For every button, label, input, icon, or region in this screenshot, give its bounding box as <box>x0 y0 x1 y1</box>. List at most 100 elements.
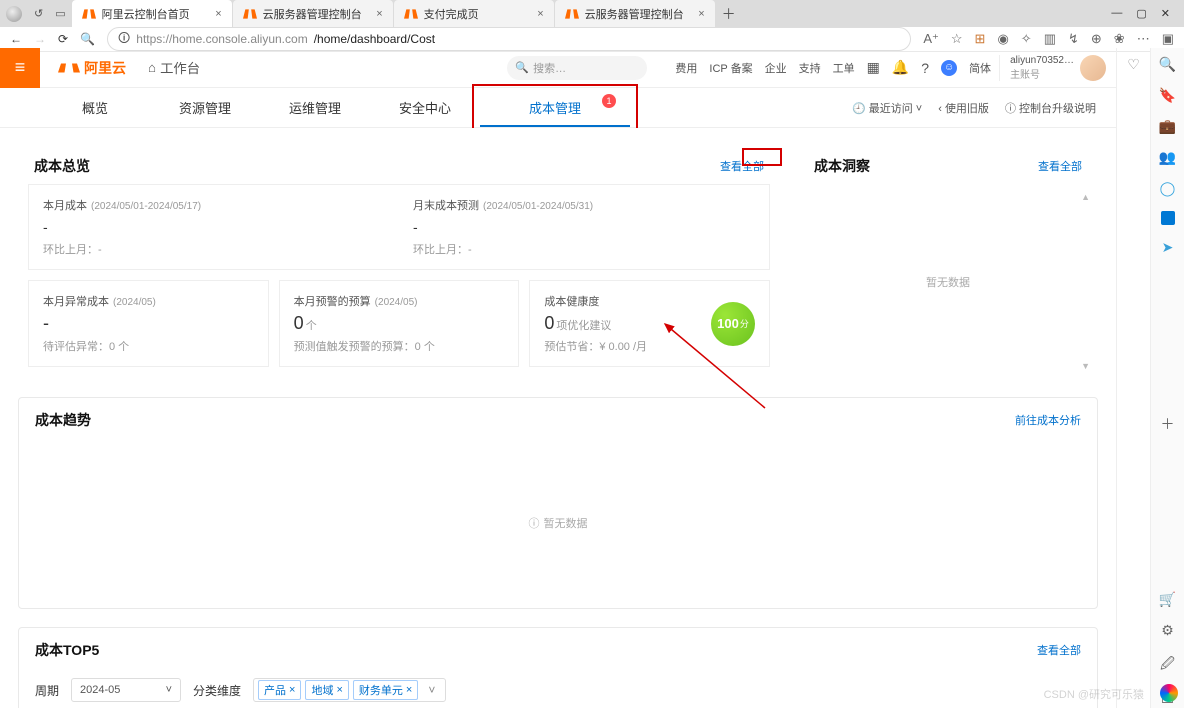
period-label: 周期 <box>35 682 59 699</box>
aliyun-favicon-icon <box>82 7 96 21</box>
account-icon[interactable]: ◉ <box>997 31 1008 47</box>
site-info-icon[interactable]: 🛈 <box>118 29 130 50</box>
nav-reload-icon[interactable]: ⟳ <box>58 32 68 46</box>
bell-icon[interactable]: 🔔 <box>892 59 909 76</box>
cart-icon[interactable]: 🛒 <box>1159 591 1176 608</box>
performance-icon[interactable]: ↯ <box>1068 31 1079 47</box>
heart-icon[interactable]: ♡ <box>1127 56 1140 73</box>
extension-icon[interactable]: ⊞ <box>975 31 986 47</box>
tag-icon[interactable]: 🔖 <box>1159 87 1176 104</box>
info-icon: ⓘ <box>529 515 540 531</box>
tag-region[interactable]: 地域 × <box>305 680 348 700</box>
chevron-down-icon: ˅ <box>166 684 172 696</box>
top5-title: 成本TOP5 <box>35 640 99 660</box>
old-version-button[interactable]: ‹ 使用旧版 <box>938 100 989 116</box>
browser-tab-2[interactable]: 支付完成页 × <box>394 0 554 27</box>
read-aloud-icon[interactable]: A⁺ <box>923 31 939 47</box>
caret-down-icon[interactable]: ▼ <box>1081 361 1090 371</box>
link-support[interactable]: 支持 <box>799 60 821 76</box>
tag-finance-unit[interactable]: 财务单元 × <box>353 680 418 700</box>
people-icon[interactable]: 👥 <box>1159 149 1176 166</box>
upgrade-notes-button[interactable]: ⓘ 控制台升级说明 <box>1005 100 1096 116</box>
lang-switch[interactable]: 简体 <box>969 60 991 76</box>
edit-icon[interactable]: 🖉 <box>1160 653 1175 677</box>
dimension-tags[interactable]: 产品 × 地域 × 财务单元 × ˅ <box>253 678 446 702</box>
new-tab-button[interactable]: ＋ <box>716 4 742 24</box>
global-search-input[interactable]: 🔍 搜索… <box>507 56 647 80</box>
sidebar-toggle-icon[interactable]: ▣ <box>1162 31 1174 47</box>
menu-icon[interactable]: ⋯ <box>1137 31 1150 47</box>
assist-icon[interactable]: ☺ <box>941 60 957 76</box>
tabs-overview-icon[interactable]: ▭ <box>55 7 65 20</box>
tab-cost[interactable]: 成本管理 1 <box>480 88 630 127</box>
tab-ops[interactable]: 运维管理 <box>260 88 370 127</box>
link-fee[interactable]: 费用 <box>675 60 697 76</box>
tab-overview[interactable]: 概览 <box>40 88 150 127</box>
link-org[interactable]: 企业 <box>765 60 787 76</box>
badge-dot: 1 <box>602 94 616 108</box>
history-icon[interactable]: ↺ <box>34 7 43 20</box>
window-close-icon[interactable]: ✕ <box>1161 7 1170 20</box>
window-maximize-icon[interactable]: ▢ <box>1136 7 1146 20</box>
close-icon[interactable]: × <box>215 8 221 20</box>
health-score-badge: 100分 <box>711 302 755 346</box>
cost-trend-panel: 成本趋势 前往成本分析 ⓘ暂无数据 <box>18 397 1098 609</box>
close-icon[interactable]: × <box>376 8 382 20</box>
trend-link[interactable]: 前往成本分析 <box>1015 412 1081 428</box>
trend-empty: 暂无数据 <box>544 515 588 531</box>
home-icon: ⌂ <box>148 60 156 75</box>
period-select[interactable]: 2024-05˅ <box>71 678 181 702</box>
workbench-button[interactable]: ⌂ 工作台 <box>148 58 200 77</box>
overview-view-all-link[interactable]: 查看全部 <box>720 158 764 174</box>
browser-tab-3[interactable]: 云服务器管理控制台 × <box>555 0 715 27</box>
nav-forward-icon: → <box>34 32 46 46</box>
aliyun-favicon-icon <box>243 7 257 21</box>
brand-logo[interactable]: 阿里云 <box>58 58 126 78</box>
add-page-icon[interactable]: ⊕ <box>1091 31 1102 47</box>
search-placeholder: 搜索… <box>533 60 566 76</box>
sidebar-toggle-button[interactable]: ≡ <box>0 48 40 88</box>
insight-view-all-link[interactable]: 查看全部 <box>1038 158 1082 174</box>
console-right-rail: ♡ <box>1116 48 1150 708</box>
favorite-icon[interactable]: ☆ <box>951 31 963 47</box>
browser-tab-0[interactable]: 阿里云控制台首页 × <box>72 0 232 27</box>
top5-view-all-link[interactable]: 查看全部 <box>1037 642 1081 658</box>
profile-avatar-icon[interactable] <box>6 6 22 22</box>
wallet-icon[interactable]: ❀ <box>1114 31 1125 47</box>
circle-icon[interactable]: ◯ <box>1160 180 1176 197</box>
link-order[interactable]: 工单 <box>833 60 855 76</box>
copilot-icon[interactable] <box>1160 684 1178 702</box>
tab-resources[interactable]: 资源管理 <box>150 88 260 127</box>
gear-icon[interactable]: ⚙ <box>1161 622 1174 639</box>
aliyun-favicon-icon <box>565 7 579 21</box>
health-card: 成本健康度 0项优化建议 预估节省：¥ 0.00 /月 100分 <box>529 280 770 367</box>
collections-icon[interactable]: ✧ <box>1021 31 1032 47</box>
outlook-icon[interactable] <box>1161 211 1175 225</box>
caret-up-icon[interactable]: ▲ <box>1081 192 1090 202</box>
top-links: 费用 ICP 备案 企业 支持 工单 ▦ 🔔 ? ☺ 简体 <box>675 59 991 76</box>
app-panel-icon[interactable]: ▥ <box>1044 31 1056 47</box>
tag-product[interactable]: 产品 × <box>258 680 301 700</box>
workbench-label: 工作台 <box>160 58 200 77</box>
lens-icon[interactable]: 🔍 <box>1159 56 1176 73</box>
dimension-label: 分类维度 <box>193 682 241 699</box>
recent-visit-button[interactable]: 🕘 最近访问 ˅ <box>852 100 922 116</box>
search-web-icon[interactable]: 🔍 <box>80 32 95 46</box>
user-block[interactable]: aliyun70352… 主账号 <box>999 55 1106 81</box>
nav-back-icon[interactable]: ← <box>10 32 22 46</box>
browser-tab-title: 云服务器管理控制台 <box>263 6 362 22</box>
tab-security[interactable]: 安全中心 <box>370 88 480 127</box>
browser-tab-1[interactable]: 云服务器管理控制台 × <box>233 0 393 27</box>
app-grid-icon[interactable]: ▦ <box>867 59 880 76</box>
plus-icon[interactable]: ＋ <box>1161 414 1175 434</box>
close-icon[interactable]: × <box>537 8 543 20</box>
briefcase-icon[interactable]: 💼 <box>1159 118 1176 135</box>
page-tabs: 概览 资源管理 运维管理 安全中心 成本管理 1 🕘 最近访问 ˅ ‹ 使用旧版… <box>0 88 1116 128</box>
link-icp[interactable]: ICP 备案 <box>709 60 752 76</box>
send-icon[interactable]: ➤ <box>1162 239 1174 256</box>
close-icon[interactable]: × <box>698 8 704 20</box>
user-name: aliyun70352… <box>1010 55 1074 66</box>
window-minimize-icon[interactable]: — <box>1111 7 1122 20</box>
browser-tab-title: 云服务器管理控制台 <box>585 6 684 22</box>
help-icon[interactable]: ? <box>921 60 929 76</box>
